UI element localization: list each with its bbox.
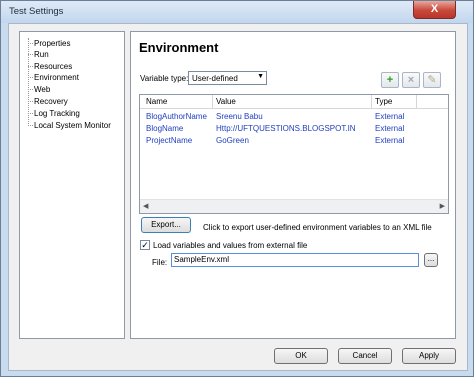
window-title: Test Settings — [9, 6, 64, 17]
edit-variable-button[interactable]: ✎ — [423, 72, 441, 88]
variable-type-label: Variable type: — [140, 74, 189, 83]
variables-table: Name Value Type BlogAuthorName Sreenu Ba… — [139, 94, 449, 214]
close-button[interactable]: X — [413, 1, 456, 19]
scroll-left-icon[interactable]: ◀ — [143, 202, 148, 210]
plus-icon: + — [386, 74, 394, 86]
export-button[interactable]: Export... — [141, 217, 191, 233]
file-label: File: — [152, 258, 168, 267]
column-header-value[interactable]: Value — [216, 97, 236, 106]
load-external-file-checkbox[interactable]: ✓ — [140, 240, 150, 250]
environment-panel: Environment Variable type: User-defined … — [130, 31, 456, 339]
scroll-right-icon[interactable]: ▶ — [440, 202, 445, 210]
load-external-file-label: Load variables and values from external … — [153, 241, 308, 250]
apply-button[interactable]: Apply — [402, 348, 456, 364]
pencil-icon: ✎ — [427, 74, 437, 86]
horizontal-scrollbar[interactable]: ◀ ▶ — [140, 199, 448, 213]
browse-button[interactable]: ... — [424, 253, 438, 267]
delete-variable-button[interactable]: × — [402, 72, 420, 88]
export-description: Click to export user-defined environment… — [203, 223, 432, 232]
table-row[interactable]: BlogName Http://UFTQUESTIONS.BLOGSPOT.IN… — [140, 123, 448, 135]
chevron-down-icon: ▼ — [257, 73, 264, 80]
test-settings-window: Test Settings X Properties Run Resources… — [0, 0, 474, 377]
variable-type-select[interactable]: User-defined ▼ — [188, 71, 267, 85]
checkmark-icon: ✓ — [141, 240, 149, 250]
column-header-type[interactable]: Type — [375, 97, 392, 106]
column-header-name[interactable]: Name — [146, 97, 167, 106]
table-header: Name Value Type — [140, 95, 448, 109]
add-variable-button[interactable]: + — [381, 72, 399, 88]
x-icon: × — [407, 74, 415, 86]
title-bar[interactable]: Test Settings X — [1, 1, 473, 23]
file-path-input[interactable]: SampleEnv.xml — [171, 253, 419, 267]
cancel-button[interactable]: Cancel — [338, 348, 392, 364]
settings-nav-tree: Properties Run Resources Environment Web… — [19, 31, 125, 339]
table-row[interactable]: ProjectName GoGreen External — [140, 135, 448, 147]
table-row[interactable]: BlogAuthorName Sreenu Babu External — [140, 111, 448, 123]
page-title: Environment — [139, 40, 219, 55]
ok-button[interactable]: OK — [274, 348, 328, 364]
